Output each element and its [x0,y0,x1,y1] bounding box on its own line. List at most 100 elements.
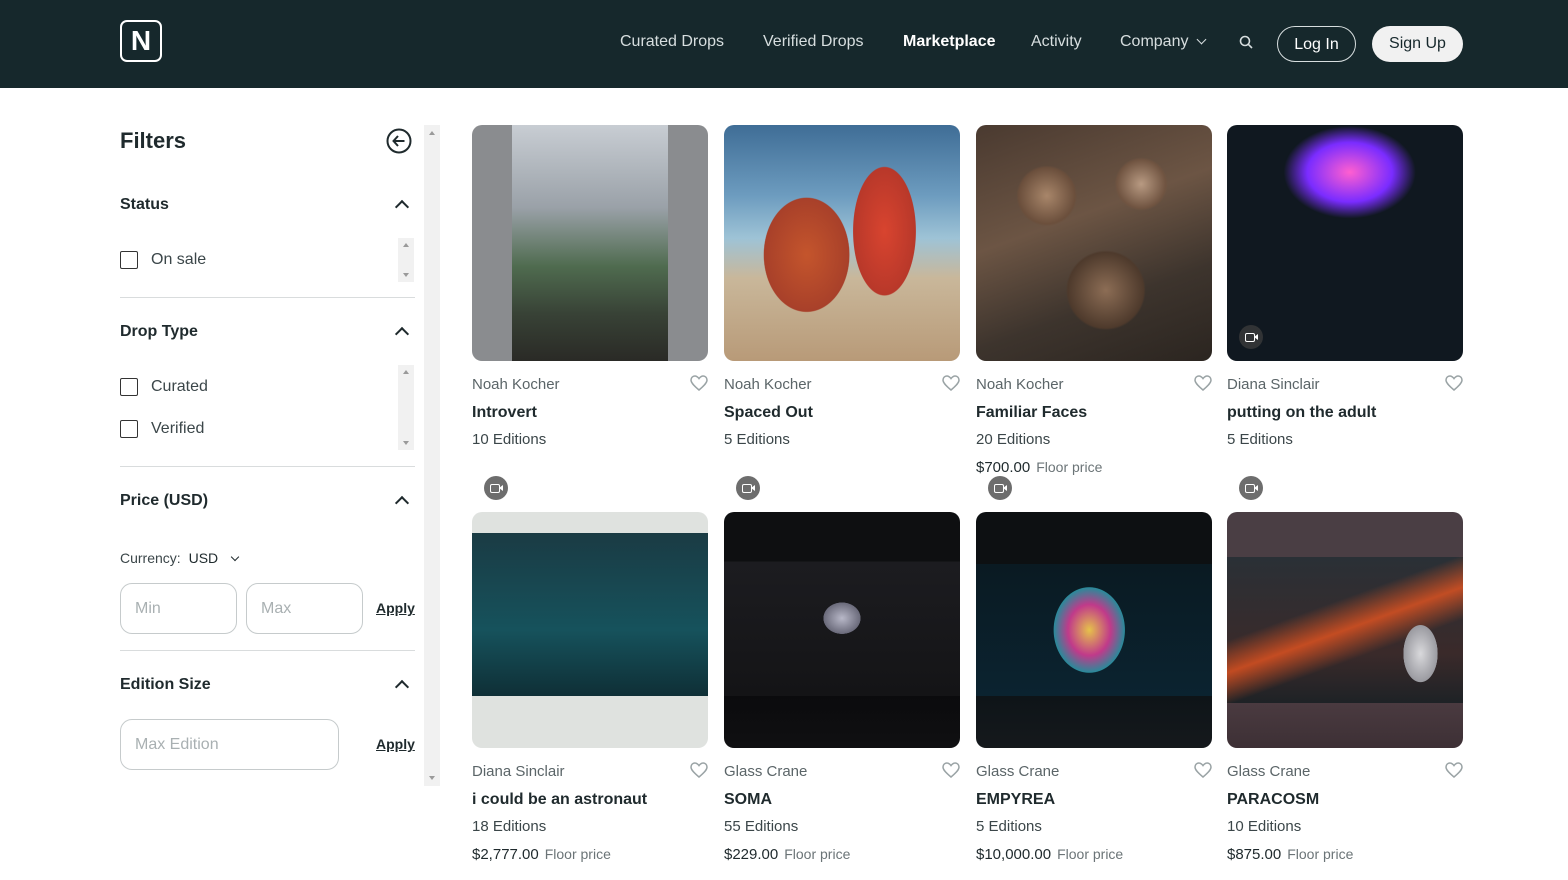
nft-thumbnail[interactable] [724,512,960,748]
nft-thumbnail[interactable] [976,125,1212,361]
sidebar-scrollbar[interactable] [424,125,440,786]
nft-title[interactable]: i could be an astronaut [472,791,647,809]
artist-name[interactable]: Noah Kocher [724,376,812,393]
price-value: $875.00 [1227,846,1282,863]
nav-marketplace[interactable]: Marketplace [903,33,996,51]
price-value: $10,000.00 [976,846,1052,863]
heart-icon[interactable] [1445,375,1463,391]
edition-count: 5 Editions [1227,431,1293,448]
price-value: $2,777.00 [472,846,539,863]
nav-verified-drops[interactable]: Verified Drops [763,33,864,51]
video-icon [484,476,508,500]
heart-icon[interactable] [690,375,708,391]
verified-label: Verified [151,420,205,437]
chevron-up-icon[interactable] [394,326,410,342]
nft-title[interactable]: Familiar Faces [976,404,1087,422]
artist-name[interactable]: Glass Crane [1227,763,1310,780]
divider [120,650,415,651]
heart-icon[interactable] [1445,762,1463,778]
floor-price-label: Floor price [1036,459,1103,475]
nft-thumbnail[interactable] [472,512,708,748]
artist-name[interactable]: Glass Crane [976,763,1059,780]
heart-icon[interactable] [1194,762,1212,778]
collapse-filters-icon[interactable] [386,128,412,154]
nft-title[interactable]: EMPYREA [976,791,1055,809]
edition-count: 10 Editions [472,431,547,448]
nft-title[interactable]: Introvert [472,404,537,422]
edition-count: 18 Editions [472,818,547,835]
nav-company-label: Company [1120,33,1189,50]
currency-label: Currency: [120,550,181,566]
nft-title[interactable]: PARACOSM [1227,791,1319,809]
on-sale-label: On sale [151,251,207,268]
video-icon [1239,476,1263,500]
nft-thumbnail[interactable] [724,125,960,361]
edition-count: 20 Editions [976,431,1051,448]
video-icon [1239,325,1263,349]
on-sale-checkbox[interactable] [120,251,138,269]
top-nav-bar: N Curated Drops Verified Drops Marketpla… [0,0,1568,88]
nft-thumbnail[interactable] [1227,512,1463,748]
currency-value: USD [188,550,219,566]
price-value: $229.00 [724,846,779,863]
price-section-title: Price (USD) [120,492,209,509]
divider [120,297,415,298]
price-apply-link[interactable]: Apply [376,600,415,616]
curated-label: Curated [151,378,208,395]
price-max-input[interactable] [246,583,363,634]
heart-icon[interactable] [942,762,960,778]
chevron-down-icon [230,552,240,562]
artist-name[interactable]: Noah Kocher [976,376,1064,393]
drop-type-scrollbar[interactable] [398,365,414,450]
nft-title[interactable]: SOMA [724,791,772,809]
artist-name[interactable]: Glass Crane [724,763,807,780]
artist-name[interactable]: Diana Sinclair [472,763,565,780]
edition-size-section-title: Edition Size [120,676,211,693]
nft-thumbnail[interactable] [976,512,1212,748]
chevron-up-icon[interactable] [394,679,410,695]
nft-title[interactable]: Spaced Out [724,404,813,422]
price-min-input[interactable] [120,583,237,634]
floor-price-label: Floor price [544,846,611,862]
nav-curated-drops[interactable]: Curated Drops [620,33,724,51]
edition-count: 5 Editions [724,431,790,448]
artist-name[interactable]: Noah Kocher [472,376,560,393]
floor-price: $700.00 Floor price [976,459,1102,476]
nav-activity[interactable]: Activity [1031,33,1082,51]
verified-checkbox[interactable] [120,420,138,438]
floor-price: $10,000.00 Floor price [976,846,1123,863]
edition-count: 55 Editions [724,818,799,835]
floor-price-label: Floor price [784,846,851,862]
chevron-up-icon[interactable] [394,495,410,511]
drop-type-section-title: Drop Type [120,323,198,340]
video-icon [736,476,760,500]
heart-icon[interactable] [942,375,960,391]
floor-price: $875.00 Floor price [1227,846,1353,863]
floor-price: $229.00 Floor price [724,846,850,863]
search-icon[interactable] [1239,35,1253,49]
nft-title[interactable]: putting on the adult [1227,404,1376,422]
filters-title: Filters [120,128,187,153]
logo[interactable]: N [120,20,162,62]
signup-button[interactable]: Sign Up [1372,26,1463,62]
floor-price-label: Floor price [1057,846,1124,862]
status-section-title: Status [120,196,169,213]
curated-checkbox[interactable] [120,378,138,396]
nav-company-dropdown[interactable]: Company [1120,33,1207,51]
heart-icon[interactable] [690,762,708,778]
floor-price: $2,777.00 Floor price [472,846,611,863]
heart-icon[interactable] [1194,375,1212,391]
nft-thumbnail[interactable] [1227,125,1463,361]
edition-count: 10 Editions [1227,818,1302,835]
login-button[interactable]: Log In [1277,26,1356,62]
nft-thumbnail[interactable] [472,125,708,361]
status-scrollbar[interactable] [398,238,414,282]
edition-apply-link[interactable]: Apply [376,736,415,752]
video-icon [988,476,1012,500]
floor-price-label: Floor price [1287,846,1354,862]
price-value: $700.00 [976,459,1031,476]
currency-selector[interactable]: Currency: USD [120,550,240,566]
max-edition-input[interactable] [120,719,339,770]
chevron-up-icon[interactable] [394,199,410,215]
artist-name[interactable]: Diana Sinclair [1227,376,1320,393]
